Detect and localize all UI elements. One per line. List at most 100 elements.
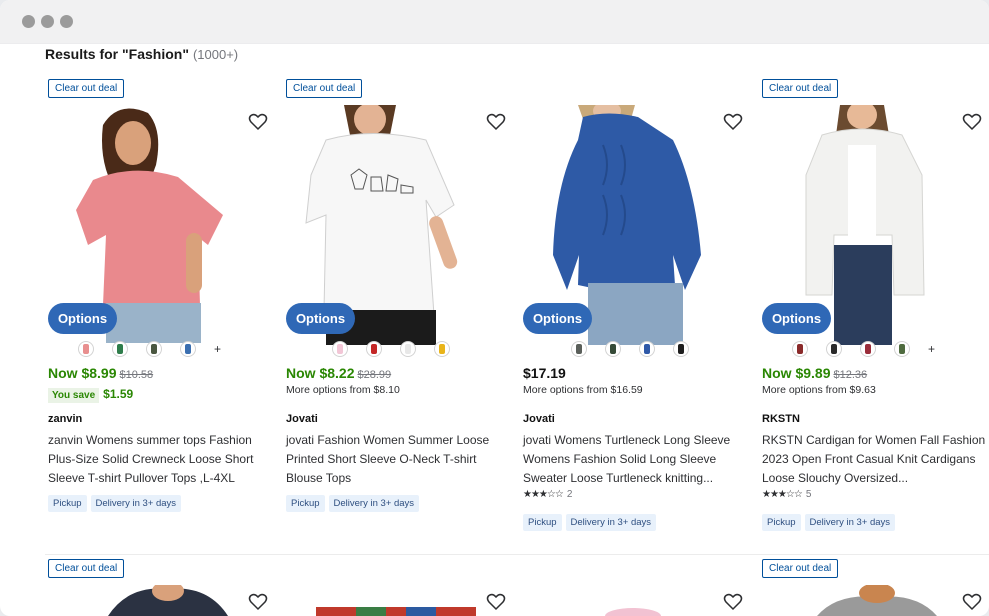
results-heading: Results for "Fashion" (1000+) bbox=[45, 46, 238, 62]
price-line: Now $8.99 $10.58 bbox=[48, 365, 153, 381]
savings-amount: $1.59 bbox=[103, 387, 134, 401]
color-swatch[interactable] bbox=[78, 341, 94, 357]
pickup-chip: Pickup bbox=[48, 495, 87, 512]
more-options-text: More options from $16.59 bbox=[523, 384, 643, 396]
options-button[interactable]: Options bbox=[286, 303, 355, 334]
pickup-chip: Pickup bbox=[762, 514, 801, 531]
color-swatch[interactable] bbox=[571, 341, 587, 357]
heart-icon[interactable] bbox=[962, 593, 982, 611]
price-now: Now $8.22 bbox=[286, 365, 355, 381]
color-swatch[interactable] bbox=[639, 341, 655, 357]
arm-shape bbox=[186, 233, 202, 293]
clear-out-deal-tag: Clear out deal bbox=[762, 79, 839, 98]
color-swatch[interactable] bbox=[826, 341, 842, 357]
product-brand: Jovati bbox=[286, 413, 318, 425]
clear-out-deal-tag: Clear out deal bbox=[762, 559, 839, 578]
price-current: $17.19 bbox=[523, 365, 566, 381]
product-brand: Jovati bbox=[523, 413, 555, 425]
color-swatch[interactable] bbox=[112, 341, 128, 357]
options-button[interactable]: Options bbox=[523, 303, 592, 334]
product-card[interactable]: Clear out deal bbox=[762, 559, 989, 616]
jeans-shape bbox=[588, 283, 683, 345]
window-close-dot[interactable] bbox=[22, 15, 35, 28]
product-title[interactable]: zanvin Womens summer tops Fashion Plus-S… bbox=[48, 431, 276, 488]
more-options-text: More options from $8.10 bbox=[286, 384, 400, 396]
row-divider bbox=[45, 554, 989, 555]
heart-icon[interactable] bbox=[486, 593, 506, 611]
product-card[interactable]: Clear out deal Options Now $8.22 $28.99 M… bbox=[286, 79, 516, 519]
jeans-shape bbox=[834, 245, 892, 345]
price-was: $12.36 bbox=[833, 369, 868, 381]
results-count: (1000+) bbox=[192, 47, 239, 62]
delivery-chip: Delivery in 3+ days bbox=[565, 514, 657, 531]
options-button[interactable]: Options bbox=[762, 303, 831, 334]
color-swatch[interactable] bbox=[400, 341, 416, 357]
color-swatch[interactable] bbox=[605, 341, 621, 357]
product-image[interactable] bbox=[812, 585, 942, 616]
more-options-text: More options from $9.63 bbox=[762, 384, 876, 396]
product-card[interactable] bbox=[286, 559, 516, 616]
color-swatch[interactable] bbox=[332, 341, 348, 357]
product-image[interactable] bbox=[316, 607, 476, 616]
product-image[interactable] bbox=[98, 585, 238, 616]
window-controls bbox=[22, 15, 73, 28]
results-title: Results for "Fashion" bbox=[45, 46, 189, 62]
window-maximize-dot[interactable] bbox=[60, 15, 73, 28]
product-card[interactable]: Clear out deal Options + Now $9.89 $12.36… bbox=[762, 79, 989, 539]
heart-icon[interactable] bbox=[962, 113, 982, 131]
product-card[interactable]: Options $17.19 More options from $16.59 … bbox=[523, 79, 753, 539]
heart-icon[interactable] bbox=[248, 593, 268, 611]
color-swatch[interactable] bbox=[673, 341, 689, 357]
product-brand: RKSTN bbox=[762, 413, 800, 425]
more-colors-plus[interactable]: + bbox=[214, 342, 221, 356]
browser-window: Results for "Fashion" (1000+) Clear out d… bbox=[0, 0, 989, 616]
window-minimize-dot[interactable] bbox=[41, 15, 54, 28]
delivery-chip: Delivery in 3+ days bbox=[90, 495, 182, 512]
product-image[interactable] bbox=[603, 607, 663, 616]
color-swatches: + bbox=[78, 341, 221, 357]
savings-line: You save $1.59 bbox=[48, 387, 133, 403]
color-swatch[interactable] bbox=[146, 341, 162, 357]
price-now: Now $8.99 bbox=[48, 365, 117, 381]
color-swatch[interactable] bbox=[894, 341, 910, 357]
product-rating: ★★★☆☆ 2 bbox=[523, 489, 572, 500]
rating-count: 5 bbox=[805, 489, 812, 500]
jeans-shape bbox=[106, 303, 201, 343]
product-card[interactable]: Clear out deal bbox=[48, 559, 278, 616]
rating-stars: ★★★☆☆ bbox=[523, 489, 564, 500]
product-title[interactable]: jovati Fashion Women Summer Loose Printe… bbox=[286, 431, 514, 488]
face-shape bbox=[115, 121, 151, 165]
garment-shape bbox=[553, 113, 701, 291]
price-line: Now $8.22 $28.99 bbox=[286, 365, 391, 381]
color-swatch[interactable] bbox=[434, 341, 450, 357]
heart-icon[interactable] bbox=[486, 113, 506, 131]
product-card[interactable]: Clear out deal Options + Now $8.99 $10.58 bbox=[48, 79, 278, 519]
pickup-chip: Pickup bbox=[286, 495, 325, 512]
color-swatches: + bbox=[792, 341, 935, 357]
color-swatches bbox=[571, 341, 689, 357]
window-titlebar bbox=[0, 0, 989, 44]
clear-out-deal-tag: Clear out deal bbox=[286, 79, 363, 98]
more-colors-plus[interactable]: + bbox=[928, 342, 935, 356]
color-swatch[interactable] bbox=[792, 341, 808, 357]
product-rating: ★★★☆☆ 5 bbox=[762, 489, 811, 500]
clear-out-deal-tag: Clear out deal bbox=[48, 79, 125, 98]
heart-icon[interactable] bbox=[723, 593, 743, 611]
heart-icon[interactable] bbox=[723, 113, 743, 131]
heart-icon[interactable] bbox=[248, 113, 268, 131]
product-title[interactable]: jovati Womens Turtleneck Long Sleeve Wom… bbox=[523, 431, 751, 488]
rating-stars: ★★★☆☆ bbox=[762, 489, 803, 500]
product-title[interactable]: RKSTN Cardigan for Women Fall Fashion 20… bbox=[762, 431, 989, 488]
color-swatch[interactable] bbox=[180, 341, 196, 357]
price-line: Now $9.89 $12.36 bbox=[762, 365, 867, 381]
product-card[interactable] bbox=[523, 559, 753, 616]
color-swatch[interactable] bbox=[366, 341, 382, 357]
color-swatch[interactable] bbox=[860, 341, 876, 357]
options-button[interactable]: Options bbox=[48, 303, 117, 334]
color-swatches bbox=[332, 341, 450, 357]
delivery-chip: Delivery in 3+ days bbox=[804, 514, 896, 531]
price-was: $28.99 bbox=[357, 369, 392, 381]
pickup-chip: Pickup bbox=[523, 514, 562, 531]
fulfillment-chips: Pickup Delivery in 3+ days bbox=[48, 495, 182, 512]
clear-out-deal-tag: Clear out deal bbox=[48, 559, 125, 578]
